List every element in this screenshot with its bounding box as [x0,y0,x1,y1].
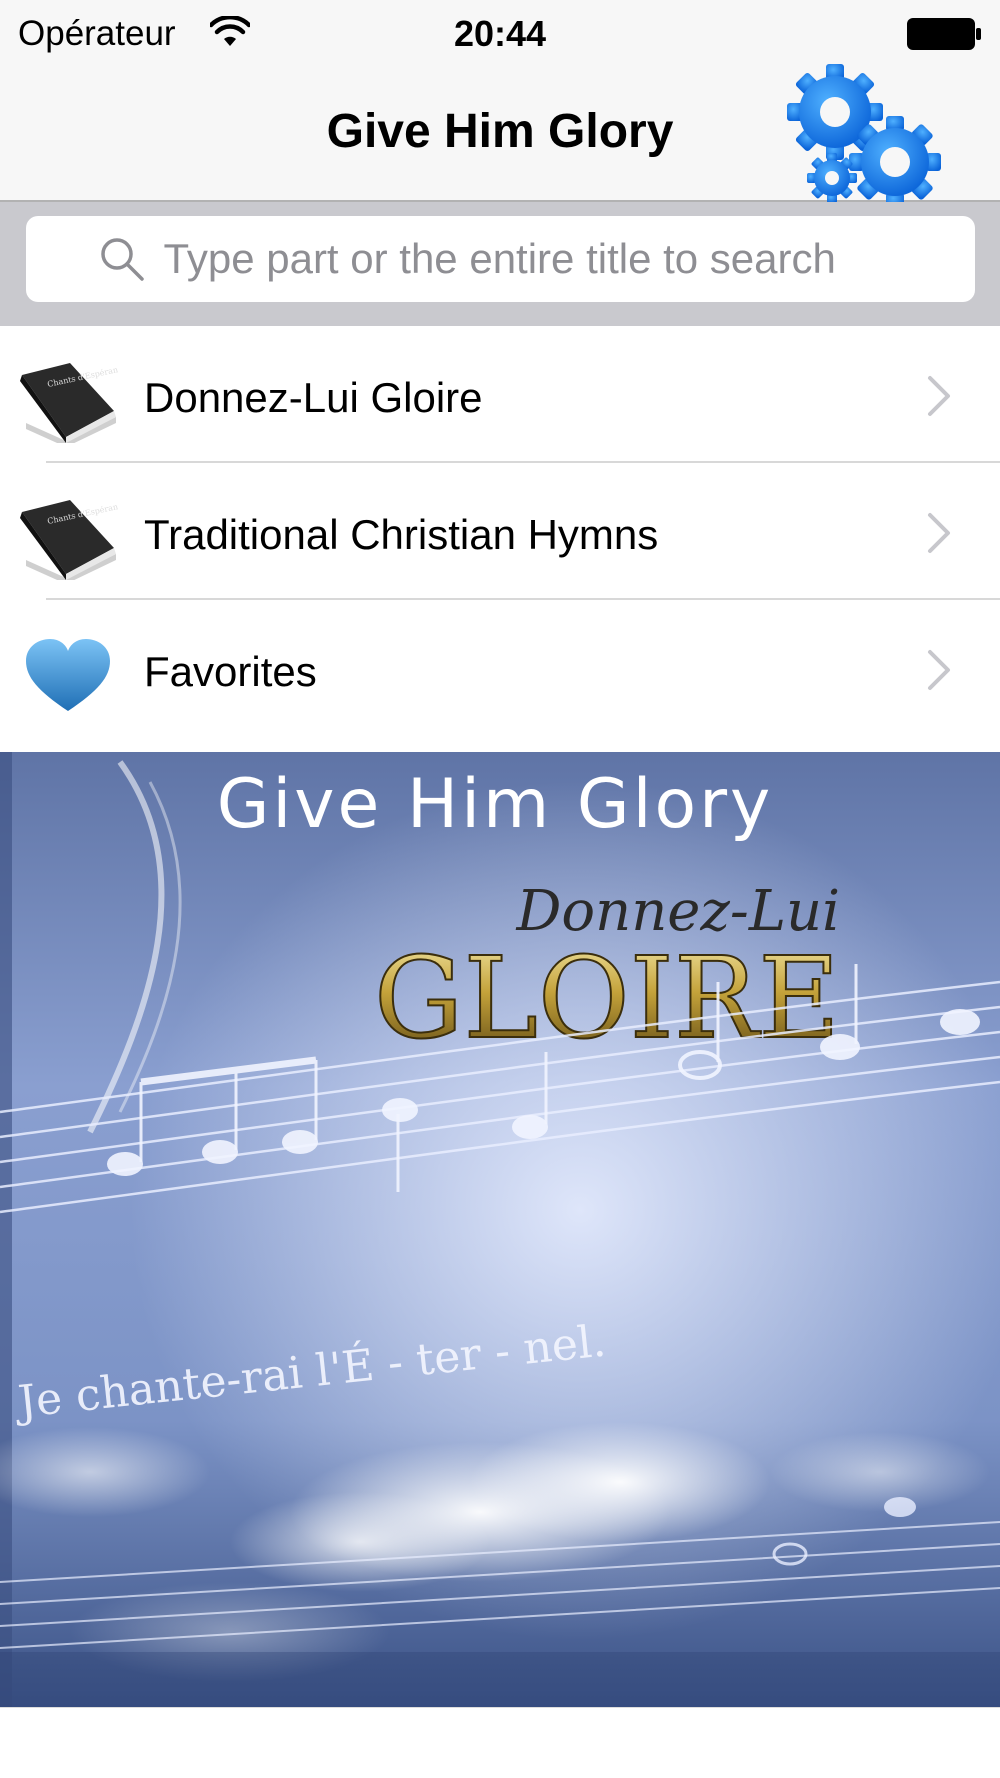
app-screen: Opérateur 20:44 Give Him Glory Type part… [0,0,1000,1778]
search-icon [100,238,144,281]
battery-icon [907,18,981,50]
cover-banner-image: Give Him Glory Donnez-Lui GLOIRE Je chan… [0,752,1000,1707]
chevron-right-icon [928,376,950,416]
chevron-right-icon [928,513,950,553]
songbook-list: Chants d'Espérance Donnez-Lui Gloire Cha… [0,326,1000,737]
list-item-label: Traditional Christian Hymns [144,511,659,558]
cover-artwork: Give Him Glory Donnez-Lui GLOIRE Je chan… [0,752,1000,1707]
cover-big-title: GLOIRE [374,934,840,1064]
heart-icon [26,639,110,711]
chevron-right-icon [928,650,950,690]
cover-title: Give Him Glory [217,765,774,844]
search-field[interactable] [26,216,975,302]
search-input[interactable] [163,235,904,283]
list-item-label: Favorites [144,648,317,695]
hymnbook-icon: Chants d'Espérance [20,500,118,580]
hymnbook-icon: Chants d'Espérance [20,363,118,443]
search-bar [0,202,1000,326]
list-item-donnez-lui-gloire[interactable]: Chants d'Espérance Donnez-Lui Gloire [0,326,1000,463]
clock: 20:44 [453,13,547,54]
list-item-label: Donnez-Lui Gloire [144,374,483,421]
list-item-favorites[interactable]: Favorites [0,600,1000,737]
settings-gears-icon[interactable] [780,50,950,210]
list-item-traditional-christian-hymns[interactable]: Chants d'Espérance Traditional Christian… [0,463,1000,600]
bottom-spacer [0,1707,1000,1778]
navigation-bar: Give Him Glory [0,64,1000,208]
